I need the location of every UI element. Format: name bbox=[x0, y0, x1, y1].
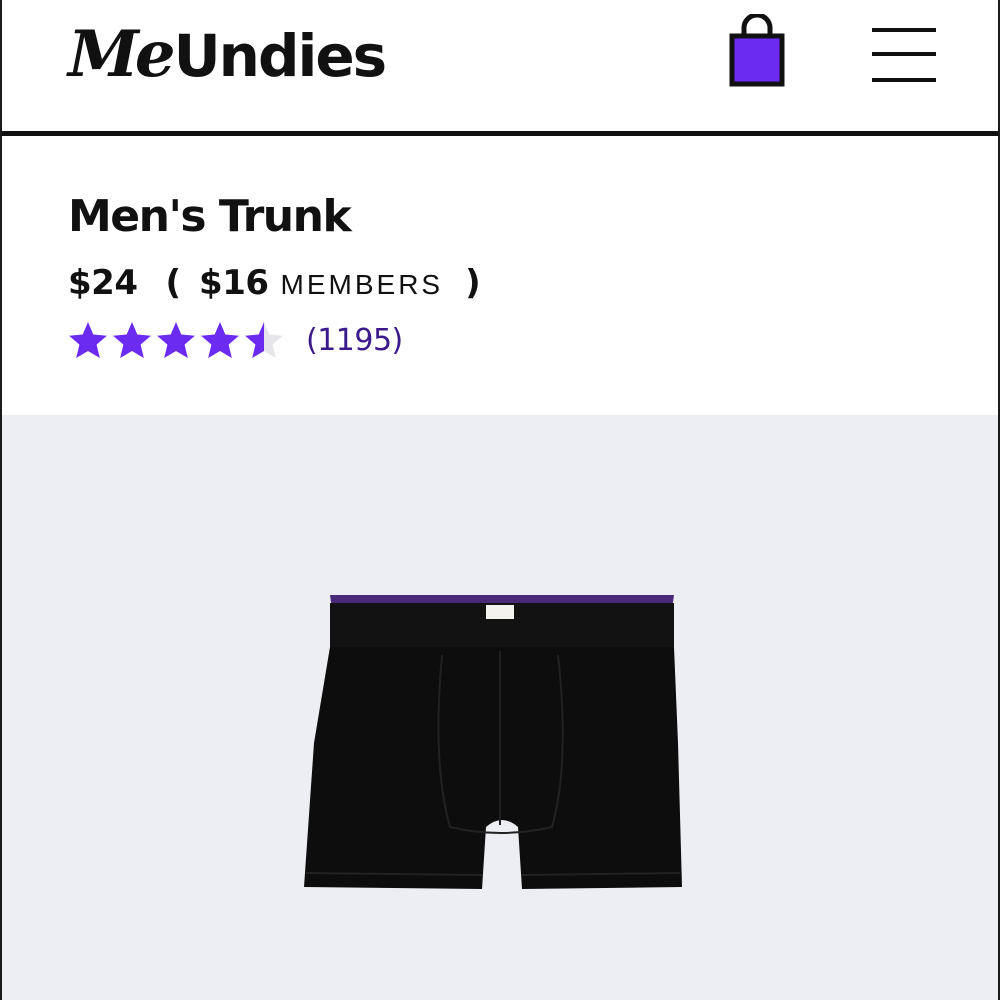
star-icon bbox=[245, 322, 283, 358]
member-label: MEMBERS bbox=[280, 269, 444, 300]
trunk-underwear-image[interactable] bbox=[300, 593, 704, 895]
paren-close: ) bbox=[465, 263, 481, 303]
shopping-bag-icon bbox=[729, 12, 785, 87]
star-icon bbox=[201, 322, 239, 358]
menu-button[interactable] bbox=[872, 28, 938, 84]
review-count[interactable]: (1195) bbox=[306, 321, 403, 361]
star-icon bbox=[157, 322, 195, 358]
brand-logo[interactable]: Me Undies bbox=[68, 17, 388, 92]
rating-row[interactable]: (1195) bbox=[68, 319, 403, 363]
cart-button[interactable] bbox=[724, 12, 790, 90]
product-price: $24 bbox=[68, 263, 138, 303]
product-page: Me Undies Men's Trunk $24 ( $16 MEMBERS … bbox=[0, 0, 1000, 1000]
paren-open: ( bbox=[165, 263, 182, 303]
star-rating bbox=[68, 321, 288, 361]
product-image-area bbox=[2, 415, 998, 1000]
product-title: Men's Trunk bbox=[68, 191, 352, 242]
star-icon bbox=[113, 322, 151, 358]
product-info: Men's Trunk $24 ( $16 MEMBERS ) (1195) bbox=[2, 141, 998, 415]
price-row: $24 ( $16 MEMBERS ) bbox=[68, 263, 481, 307]
logo-script: Me bbox=[68, 17, 176, 92]
logo-text: Undies bbox=[173, 22, 388, 90]
site-header: Me Undies bbox=[2, 0, 998, 136]
star-icon bbox=[69, 322, 107, 358]
member-price: $16 bbox=[199, 263, 269, 303]
